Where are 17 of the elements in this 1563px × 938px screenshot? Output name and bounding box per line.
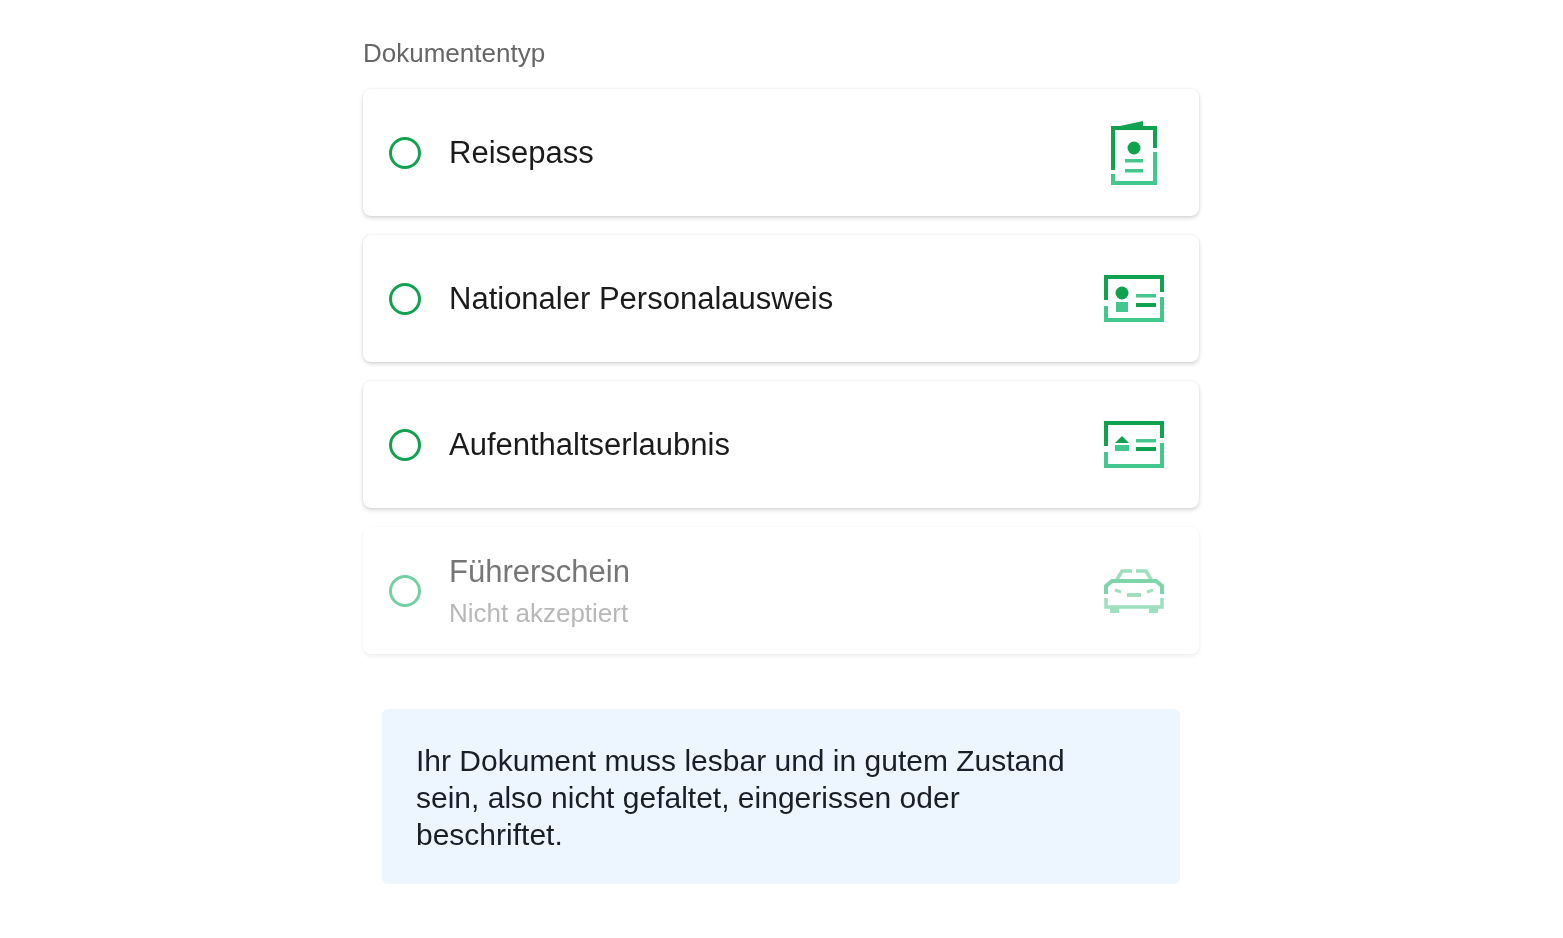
- option-card[interactable]: Nationaler Personalausweis: [363, 235, 1199, 362]
- id-card-icon: [1104, 275, 1164, 322]
- option-card[interactable]: Reisepass: [363, 89, 1199, 216]
- option-note: Nicht akzeptiert: [449, 597, 629, 628]
- info-text: Ihr Dokument muss lesbar und in gutem Zustand sein, also nicht gefaltet, eingerissen oder beschriftet.: [416, 743, 1066, 853]
- option-label: Führerschein: [449, 553, 630, 590]
- option-label: Nationaler Personalausweis: [449, 280, 834, 317]
- section-label: Dokumententyp: [363, 38, 546, 68]
- radio-button[interactable]: [389, 282, 421, 315]
- option-label: Reisepass: [449, 134, 594, 171]
- option-label: Aufenthaltserlaubnis: [449, 426, 730, 463]
- radio-button[interactable]: [389, 136, 421, 169]
- option-card[interactable]: Aufenthaltserlaubnis: [363, 381, 1199, 508]
- radio-button[interactable]: [389, 428, 421, 461]
- passport-icon: [1111, 120, 1157, 185]
- card-icon: [1104, 421, 1164, 468]
- car-icon: [1104, 567, 1164, 614]
